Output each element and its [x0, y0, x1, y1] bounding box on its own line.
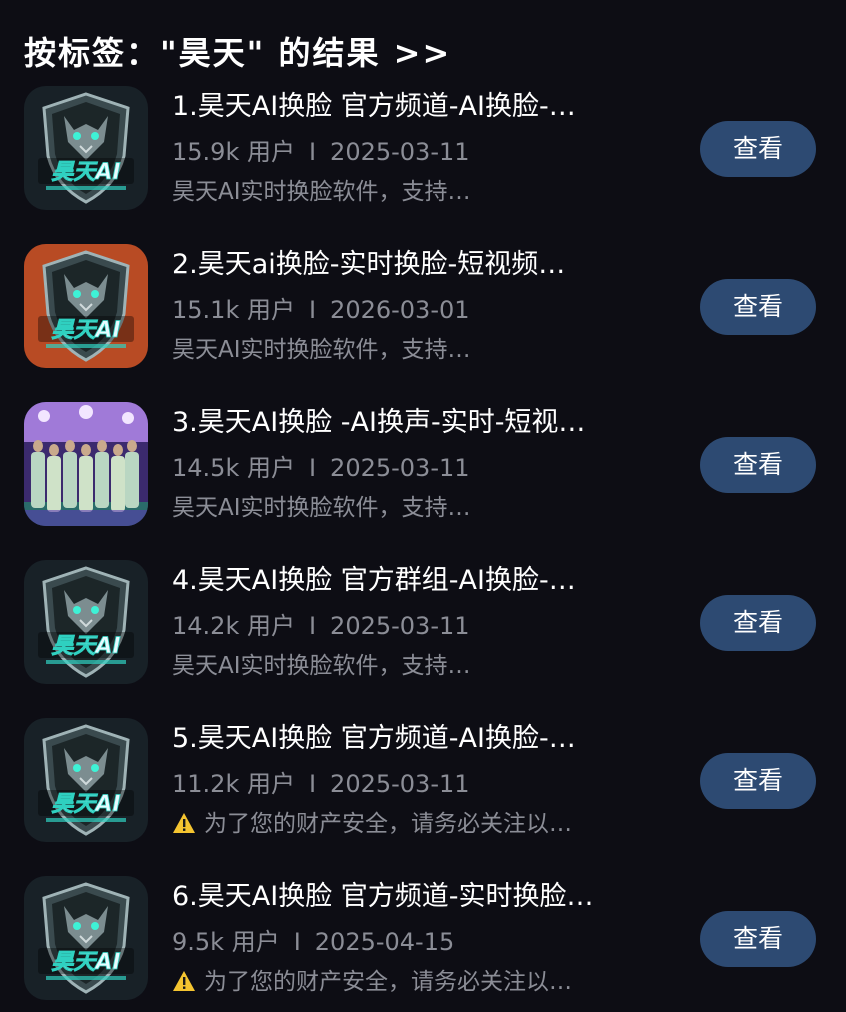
channel-meta: 14.5k 用户 I 2025-03-11: [172, 452, 470, 484]
meta-separator: I: [308, 612, 317, 640]
description-text: 为了您的财产安全，请务必关注以…: [204, 969, 572, 995]
channel-thumbnail[interactable]: 昊天AI: [24, 560, 148, 684]
warning-icon: [173, 813, 195, 833]
svg-text:昊天AI: 昊天AI: [51, 318, 120, 343]
channel-title[interactable]: 6.昊天AI换脸 官方频道-实时换脸…: [172, 878, 682, 916]
svg-text:昊天AI: 昊天AI: [51, 634, 120, 659]
svg-text:昊天AI: 昊天AI: [51, 950, 120, 975]
result-item[interactable]: 昊天AI 4.昊天AI换脸 官方群组-AI换脸-… 14.2k 用户 I 2025-…: [0, 560, 846, 686]
user-count: 14.2k 用户: [172, 612, 295, 640]
channel-description: 昊天AI实时换脸软件，支持…: [172, 176, 471, 208]
result-item[interactable]: 3.昊天AI换脸 -AI换声-实时-短视… 14.5k 用户 I 2025-03-1…: [0, 402, 846, 528]
view-button[interactable]: 查看: [700, 121, 816, 177]
channel-meta: 15.1k 用户 I 2026-03-01: [172, 294, 470, 326]
channel-thumbnail[interactable]: 昊天AI: [24, 244, 148, 368]
warning-icon: [173, 971, 195, 991]
user-count: 11.2k 用户: [172, 770, 295, 798]
channel-date: 2025-04-15: [314, 928, 455, 956]
meta-separator: I: [308, 296, 317, 324]
view-button[interactable]: 查看: [700, 437, 816, 493]
channel-meta: 9.5k 用户 I 2025-04-15: [172, 926, 454, 958]
channel-title[interactable]: 3.昊天AI换脸 -AI换声-实时-短视…: [172, 404, 682, 442]
results-heading[interactable]: 按标签："昊天" 的结果 >>: [24, 28, 451, 74]
view-button[interactable]: 查看: [700, 753, 816, 809]
channel-logo-icon: 昊天AI: [24, 876, 148, 1000]
channel-description: 昊天AI实时换脸软件，支持…: [172, 334, 471, 366]
channel-thumbnail[interactable]: 昊天AI: [24, 86, 148, 210]
svg-text:昊天AI: 昊天AI: [51, 160, 120, 185]
result-item[interactable]: 昊天AI 6.昊天AI换脸 官方频道-实时换脸… 9.5k 用户 I 2025-04…: [0, 876, 846, 1002]
meta-separator: I: [308, 454, 317, 482]
stage-photo-icon: [24, 402, 148, 526]
user-count: 15.1k 用户: [172, 296, 295, 324]
user-count: 15.9k 用户: [172, 138, 295, 166]
channel-description: 昊天AI实时换脸软件，支持…: [172, 650, 471, 682]
channel-title[interactable]: 2.昊天ai换脸-实时换脸-短视频…: [172, 246, 682, 284]
channel-title[interactable]: 5.昊天AI换脸 官方频道-AI换脸-…: [172, 720, 682, 758]
channel-date: 2025-03-11: [330, 612, 470, 640]
channel-description: 昊天AI实时换脸软件，支持…: [172, 492, 471, 524]
description-text: 昊天AI实时换脸软件，支持…: [172, 653, 471, 679]
channel-description: 为了您的财产安全，请务必关注以…: [172, 808, 572, 840]
view-button[interactable]: 查看: [700, 911, 816, 967]
meta-separator: I: [308, 138, 317, 166]
channel-date: 2026-03-01: [330, 296, 470, 324]
channel-title[interactable]: 4.昊天AI换脸 官方群组-AI换脸-…: [172, 562, 682, 600]
description-text: 昊天AI实时换脸软件，支持…: [172, 337, 471, 363]
svg-text:昊天AI: 昊天AI: [51, 792, 120, 817]
channel-logo-icon: 昊天AI: [24, 86, 148, 210]
channel-logo-icon: 昊天AI: [24, 718, 148, 842]
result-item[interactable]: 昊天AI 2.昊天ai换脸-实时换脸-短视频… 15.1k 用户 I 2026-03…: [0, 244, 846, 370]
results-page: 按标签："昊天" 的结果 >> 昊天AI 1.昊天AI换脸 官方频道-AI换脸-…: [0, 0, 846, 1012]
channel-meta: 14.2k 用户 I 2025-03-11: [172, 610, 470, 642]
channel-description: 为了您的财产安全，请务必关注以…: [172, 966, 572, 998]
description-text: 昊天AI实时换脸软件，支持…: [172, 495, 471, 521]
view-button[interactable]: 查看: [700, 279, 816, 335]
channel-date: 2025-03-11: [330, 454, 470, 482]
meta-separator: I: [293, 928, 301, 956]
channel-title[interactable]: 1.昊天AI换脸 官方频道-AI换脸-…: [172, 88, 682, 126]
channel-meta: 11.2k 用户 I 2025-03-11: [172, 768, 470, 800]
description-text: 为了您的财产安全，请务必关注以…: [204, 811, 572, 837]
channel-thumbnail[interactable]: [24, 402, 148, 526]
channel-logo-icon: 昊天AI: [24, 560, 148, 684]
channel-thumbnail[interactable]: 昊天AI: [24, 876, 148, 1000]
channel-date: 2025-03-11: [330, 770, 470, 798]
user-count: 14.5k 用户: [172, 454, 295, 482]
user-count: 9.5k 用户: [172, 928, 280, 956]
channel-date: 2025-03-11: [330, 138, 470, 166]
channel-thumbnail[interactable]: 昊天AI: [24, 718, 148, 842]
meta-separator: I: [308, 770, 317, 798]
result-item[interactable]: 昊天AI 5.昊天AI换脸 官方频道-AI换脸-… 11.2k 用户 I 2025-…: [0, 718, 846, 844]
channel-logo-icon: 昊天AI: [24, 244, 148, 368]
view-button[interactable]: 查看: [700, 595, 816, 651]
description-text: 昊天AI实时换脸软件，支持…: [172, 179, 471, 205]
result-item[interactable]: 昊天AI 1.昊天AI换脸 官方频道-AI换脸-… 15.9k 用户 I 2025-…: [0, 86, 846, 212]
channel-meta: 15.9k 用户 I 2025-03-11: [172, 136, 470, 168]
